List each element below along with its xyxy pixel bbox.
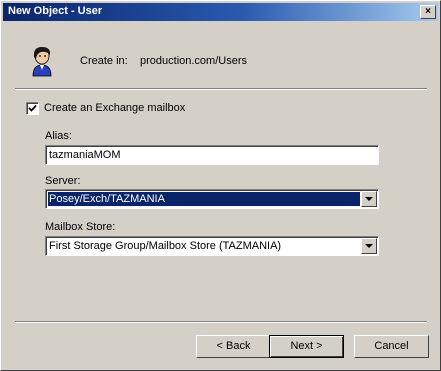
mailbox-store-dropdown-button[interactable]	[361, 238, 377, 254]
create-in-value: production.com/Users	[140, 55, 247, 67]
title-bar: New Object - User ×	[3, 3, 438, 21]
server-value: Posey/Exch/TAZMANIA	[47, 191, 361, 207]
create-in-label: Create in:	[80, 55, 128, 67]
alias-input[interactable]: tazmaniaMOM	[45, 145, 379, 165]
chevron-down-icon	[365, 197, 373, 201]
close-icon: ×	[425, 6, 431, 17]
alias-label: Alias:	[45, 130, 72, 142]
window-title: New Object - User	[8, 5, 103, 17]
back-button-label: < Back	[216, 340, 251, 352]
server-label: Server:	[45, 175, 81, 187]
back-button[interactable]: < Back	[196, 335, 271, 358]
server-select[interactable]: Posey/Exch/TAZMANIA	[45, 189, 379, 209]
user-icon	[32, 47, 52, 77]
close-button[interactable]: ×	[420, 5, 436, 19]
cancel-button[interactable]: Cancel	[354, 335, 429, 358]
mailbox-store-select[interactable]: First Storage Group/Mailbox Store (TAZMA…	[45, 236, 379, 256]
top-divider	[15, 88, 427, 90]
create-mailbox-label: Create an Exchange mailbox	[44, 102, 186, 114]
new-user-dialog: New Object - User × Create in: productio…	[0, 0, 441, 371]
bottom-divider	[15, 321, 427, 323]
next-button[interactable]: Next >	[269, 335, 344, 358]
server-dropdown-button[interactable]	[361, 191, 377, 207]
checkmark-icon	[28, 104, 37, 112]
cancel-button-label: Cancel	[374, 340, 409, 352]
mailbox-store-label: Mailbox Store:	[45, 221, 116, 233]
chevron-down-icon	[365, 244, 373, 248]
mailbox-store-value: First Storage Group/Mailbox Store (TAZMA…	[49, 240, 282, 252]
create-mailbox-checkbox[interactable]	[26, 102, 39, 115]
next-button-label: Next >	[290, 340, 323, 352]
